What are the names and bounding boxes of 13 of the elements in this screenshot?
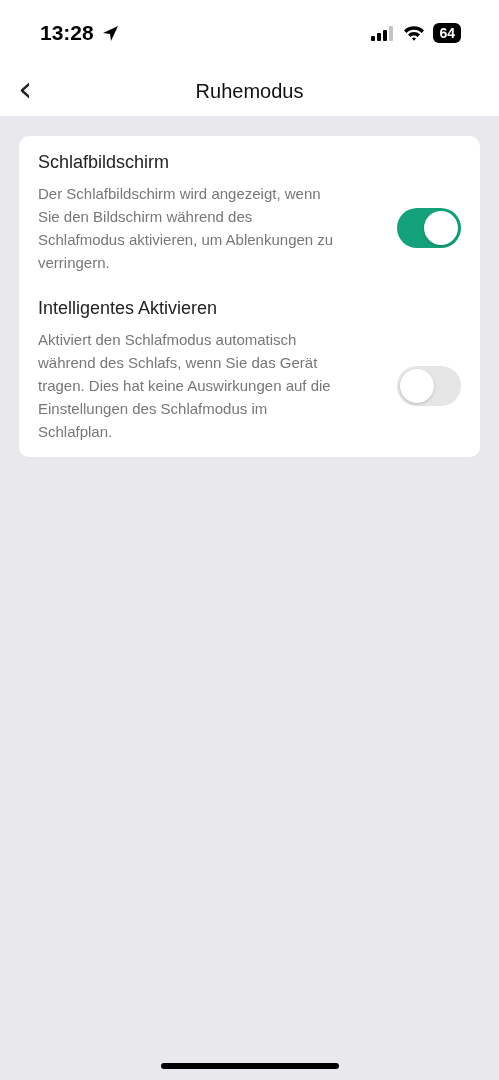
location-arrow-icon [101, 24, 119, 42]
setting-title: Schlafbildschirm [38, 152, 171, 173]
wifi-icon [403, 25, 426, 41]
toggle-switch[interactable] [397, 365, 461, 406]
status-time: 13:28 [40, 21, 94, 45]
setting-description: Der Schlafbildschirm wird angezeigt, wenn Sie den Bildschirm während des Schlafmodus aktivieren, um Ablenkungen zu verringern. [38, 184, 335, 273]
setting-description: Aktiviert den Schlafmodus automatisch während des Schlafs, wenn Sie das Gerät tragen. Dies hat keine Auswirkungen auf die Einstellungen des Schlafmodus im Schlafplan. [38, 330, 332, 442]
page-title: Ruhemodus [195, 79, 304, 103]
toggle-switch[interactable] [397, 208, 461, 248]
signal-icon [371, 25, 396, 41]
battery-level: 64 [433, 23, 461, 43]
setting-title: Intelligentes Aktivieren [38, 298, 219, 319]
back-button[interactable]: ‹ [14, 72, 37, 106]
